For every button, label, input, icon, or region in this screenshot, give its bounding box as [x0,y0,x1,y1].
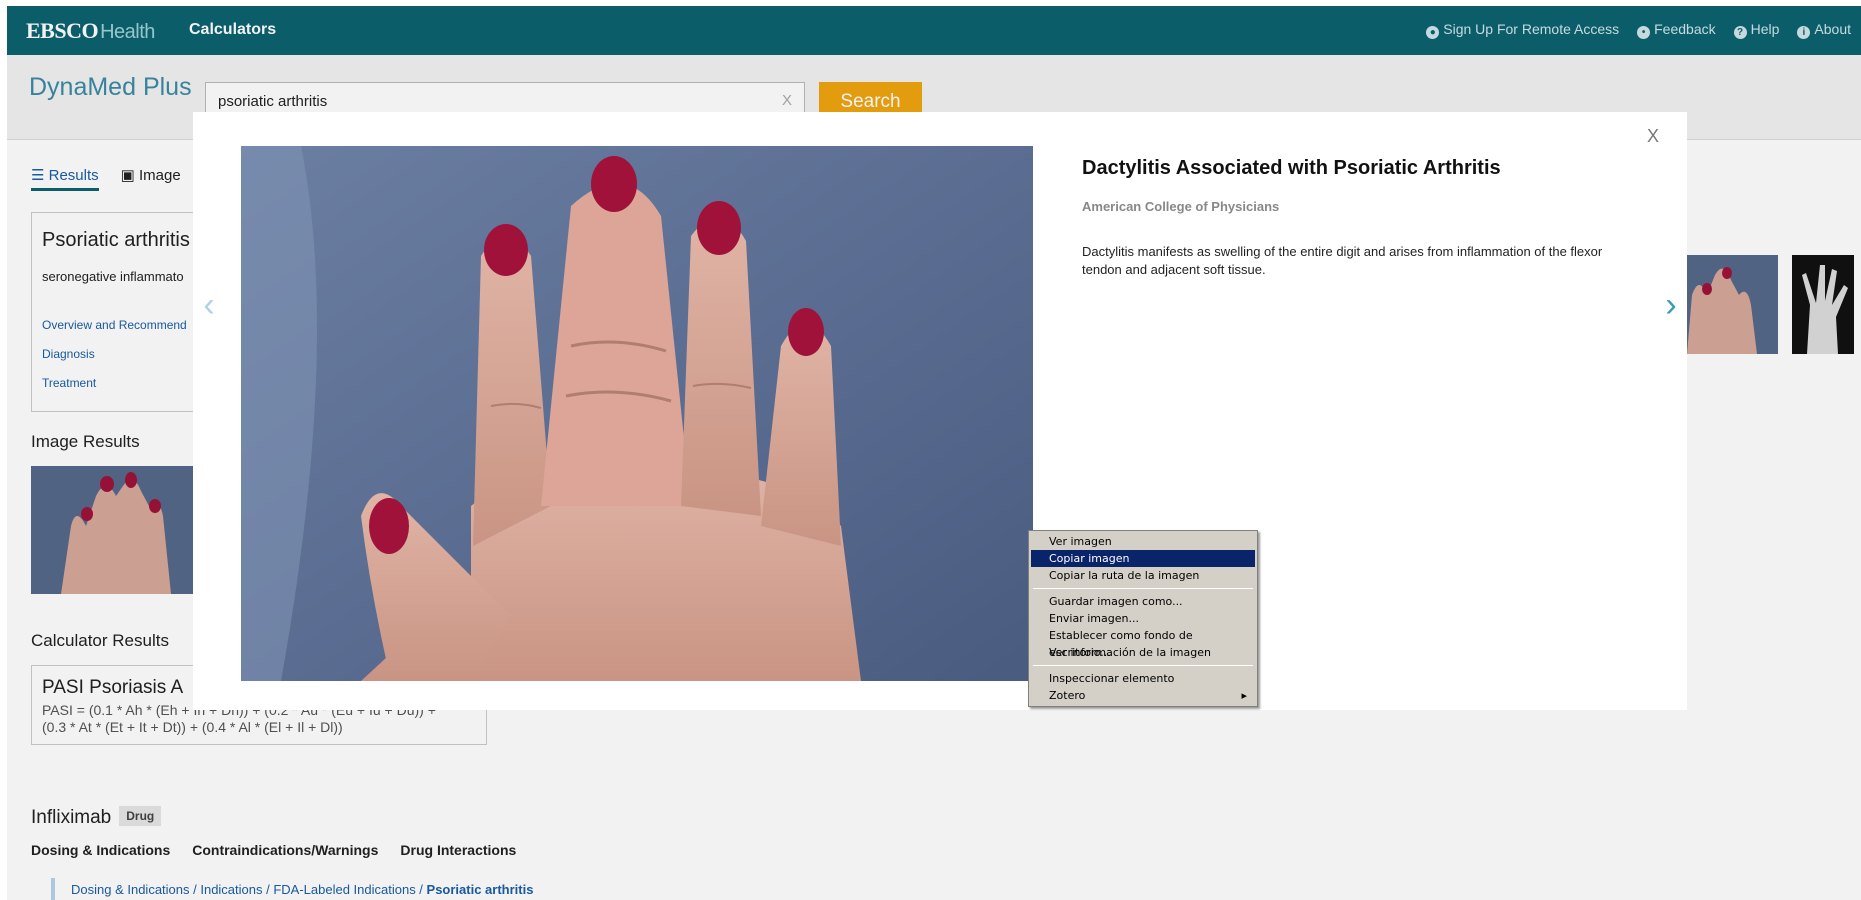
menu-item-set-wallpaper[interactable]: Establecer como fondo de escritorio... [1031,627,1255,659]
browser-viewport: EBSCO Health Calculators ● Sign Up For Rem… [7,6,1861,900]
image-viewer-modal: X ‹ › Dactylitis Associated with Psoriat… [193,112,1687,710]
menu-item-save-image[interactable]: Guardar imagen como... [1031,593,1255,610]
chevron-right-icon[interactable]: › [1655,270,1687,340]
menu-item-copy-image[interactable]: Copiar imagen [1031,550,1255,567]
menu-item-image-info[interactable]: Ver información de la imagen [1031,644,1255,661]
image-description: Dactylitis manifests as swelling of the … [1082,244,1603,277]
menu-item-view-image[interactable]: Ver imagen [1031,533,1255,550]
dactylitis-hand-photo[interactable] [241,146,1033,681]
menu-item-zotero[interactable]: Zotero ▸ [1031,687,1255,704]
context-menu: Ver imagen Copiar imagen Copiar la ruta … [1028,530,1258,707]
menu-item-copy-image-path[interactable]: Copiar la ruta de la imagen [1031,567,1255,584]
image-title: Dactylitis Associated with Psoriatic Art… [1082,157,1501,179]
image-source: American College of Physicians [1082,199,1280,214]
zotero-label: Zotero [1049,689,1086,702]
menu-separator [1033,665,1253,666]
menu-item-inspect[interactable]: Inspeccionar elemento [1031,670,1255,687]
submenu-arrow-icon: ▸ [1241,689,1247,702]
menu-separator [1033,588,1253,589]
menu-item-send-image[interactable]: Enviar imagen... [1031,610,1255,627]
close-icon[interactable]: X [1647,126,1659,147]
chevron-left-icon[interactable]: ‹ [193,270,225,340]
